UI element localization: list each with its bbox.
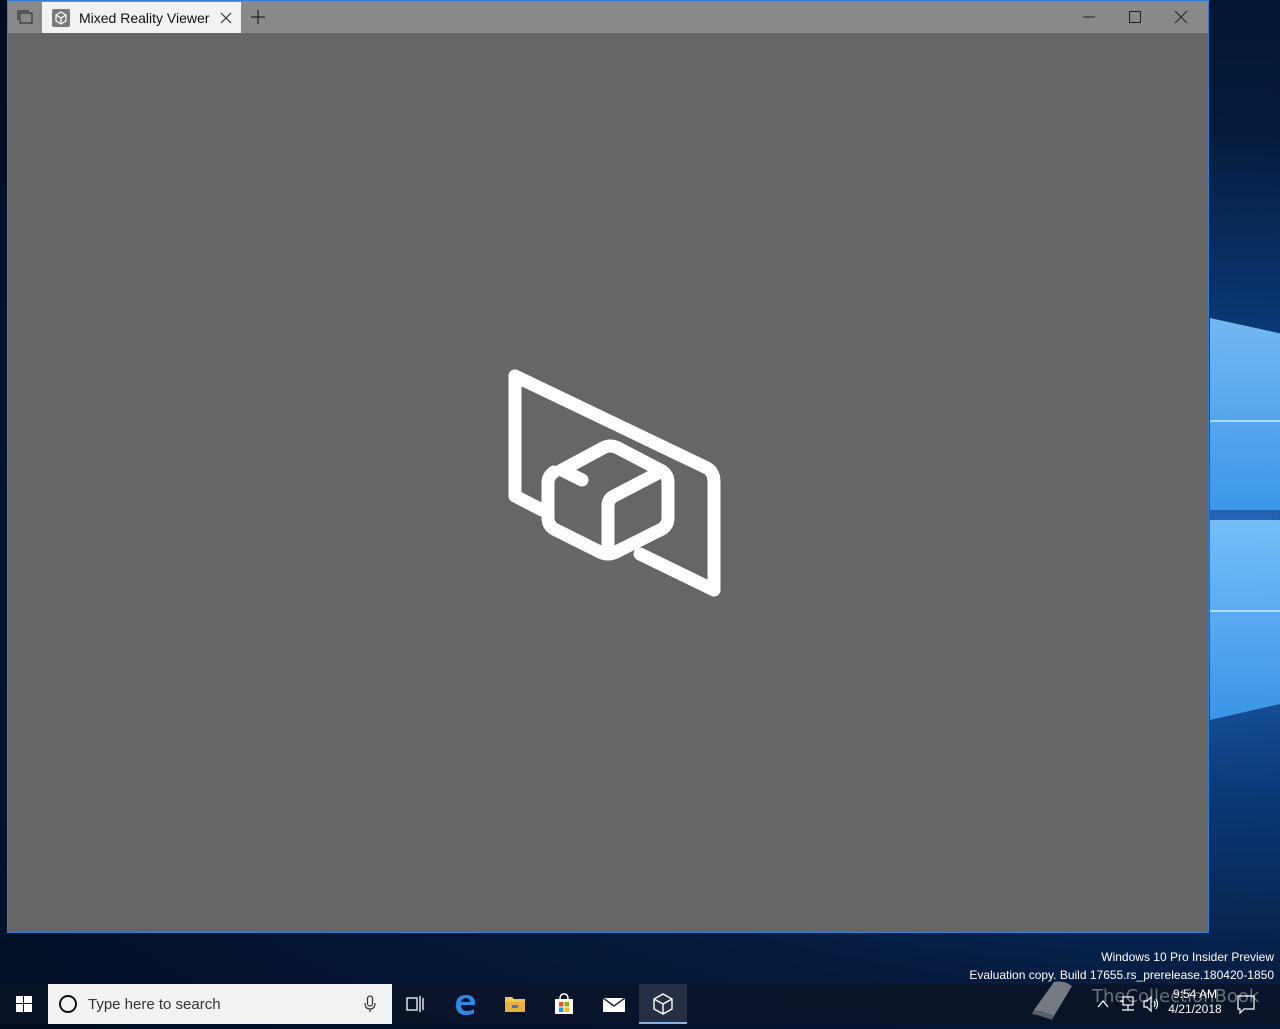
folder-icon [505,997,525,1012]
speaker-icon [1143,995,1159,1013]
set-aside-tabs-icon[interactable] [16,9,34,25]
windows-logo-pane-top [1210,318,1280,510]
taskbar-search-box[interactable]: Type here to search [48,984,392,1024]
tab-mixed-reality-viewer[interactable]: Mixed Reality Viewer [42,2,241,33]
maximize-button[interactable] [1112,1,1158,33]
show-hidden-icons-button[interactable] [1095,984,1111,1024]
network-icon [1120,996,1134,1011]
windows-start-icon [16,996,32,1012]
tab-close-icon[interactable] [218,10,234,26]
clock-date: 4/21/2018 [1168,1002,1222,1016]
build-watermark-line1: Windows 10 Pro Insider Preview [1101,950,1274,964]
network-button[interactable] [1118,984,1136,1024]
action-center-button[interactable] [1236,984,1256,1024]
file-explorer-button[interactable] [491,984,539,1024]
new-tab-plus-icon[interactable] [250,9,266,25]
store-bag-icon [555,993,573,1014]
taskbar: Type here to search TheCollectionBook 9:… [0,981,1280,1024]
book-logo-icon [1032,981,1072,1020]
mail-envelope-icon [602,997,626,1012]
clock-time: 9:54 AM [1172,987,1218,1001]
edge-button[interactable] [442,984,490,1024]
task-view-icon [406,996,424,1012]
tab-title: Mixed Reality Viewer [79,10,210,26]
start-button[interactable] [0,984,48,1024]
close-button[interactable] [1158,1,1204,33]
title-bar[interactable]: Mixed Reality Viewer [8,1,1208,33]
cube-icon [653,993,673,1015]
cube-app-icon [52,9,70,27]
cortana-icon[interactable] [59,995,77,1013]
windows-logo-pane-bottom [1210,520,1280,720]
store-button[interactable] [540,984,588,1024]
logo-light-line [1210,420,1280,422]
edge-icon [456,995,475,1015]
volume-button[interactable] [1142,984,1160,1024]
task-view-button[interactable] [392,984,440,1024]
search-placeholder: Type here to search [88,996,221,1013]
mixed-reality-viewer-window: Mixed Reality Viewer [7,0,1209,933]
mixed-reality-viewer-taskbar-button[interactable] [639,984,687,1024]
mixed-reality-logo-icon [508,369,721,597]
notification-icon [1237,995,1255,1015]
logo-light-line [1210,610,1280,612]
minimize-button[interactable] [1066,1,1112,33]
mail-button[interactable] [589,984,637,1024]
taskbar-clock[interactable]: 9:54 AM 4/21/2018 [1160,987,1230,1017]
chevron-up-icon [1097,999,1109,1008]
microphone-icon[interactable] [364,995,376,1013]
